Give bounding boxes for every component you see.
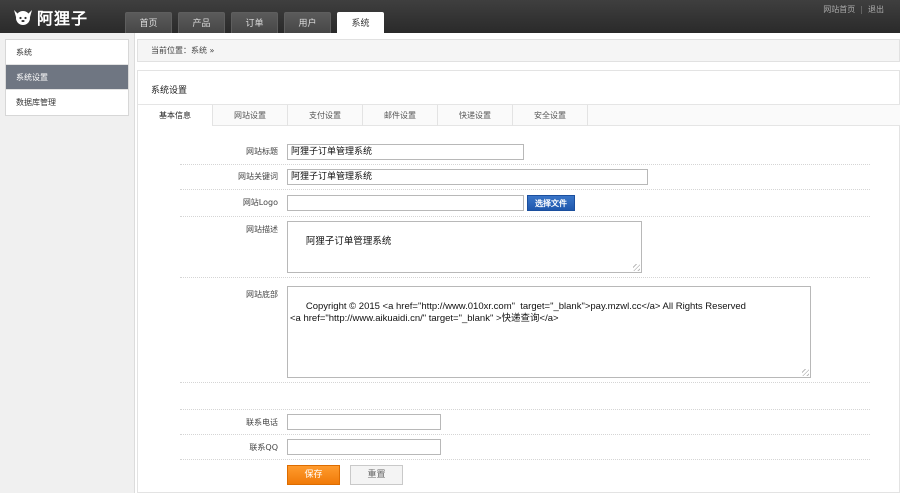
row-contact-qq: 联系QQ [180, 436, 870, 460]
site-keywords-input[interactable]: 阿狸子订单管理系统 [287, 169, 648, 185]
sidebar-item-database[interactable]: 数据库管理 [6, 90, 128, 115]
tab-security-settings[interactable]: 安全设置 [513, 105, 588, 126]
logo[interactable]: 阿狸子 [12, 6, 88, 28]
site-logo-label: 网站Logo [242, 198, 278, 207]
settings-tabs: 基本信息 网站设置 支付设置 邮件设置 快递设置 安全设置 [138, 104, 900, 126]
resize-grip-icon[interactable] [802, 369, 809, 376]
tab-email-settings[interactable]: 邮件设置 [363, 105, 438, 126]
site-title-label: 网站标题 [246, 147, 278, 156]
sidebar-item-system[interactable]: 系统 [6, 40, 128, 65]
site-title-input[interactable]: 阿狸子订单管理系统 [287, 144, 524, 160]
row-site-keywords: 网站关键词 阿狸子订单管理系统 [180, 168, 870, 190]
row-contact-phone: 联系电话 [180, 411, 870, 435]
site-footer-value: Copyright © 2015 <a href="http://www.010… [290, 301, 746, 324]
nav-tab-products[interactable]: 产品 [178, 12, 225, 33]
panel-title: 系统设置 [151, 86, 188, 96]
breadcrumb: 当前位置：系统 » [137, 39, 900, 62]
top-header: 阿狸子 首页 产品 订单 用户 系统 网站首页 | 退出 [0, 0, 900, 33]
nav-tab-home[interactable]: 首页 [125, 12, 172, 33]
row-site-footer: 网站底部 Copyright © 2015 <a href="http://ww… [180, 283, 870, 383]
main-nav: 首页 产品 订单 用户 系统 [125, 12, 390, 33]
row-site-description: 网站描述 阿狸子订单管理系统 [180, 219, 870, 278]
tab-payment-settings[interactable]: 支付设置 [288, 105, 363, 126]
reset-button[interactable]: 重置 [350, 465, 403, 485]
choose-file-button[interactable]: 选择文件 [527, 195, 575, 211]
save-button[interactable]: 保存 [287, 465, 340, 485]
tab-basic-info[interactable]: 基本信息 [138, 105, 213, 126]
fox-logo-icon [12, 8, 34, 26]
contact-phone-input[interactable] [287, 414, 441, 430]
contact-qq-input[interactable] [287, 439, 441, 455]
site-keywords-label: 网站关键词 [238, 172, 278, 181]
site-footer-textarea[interactable]: Copyright © 2015 <a href="http://www.010… [287, 286, 811, 378]
site-logo-input[interactable] [287, 195, 524, 211]
site-description-value: 阿狸子订单管理系统 [305, 236, 392, 247]
contact-phone-label: 联系电话 [246, 418, 278, 427]
row-site-title: 网站标题 阿狸子订单管理系统 [180, 143, 870, 165]
tab-site-settings[interactable]: 网站设置 [213, 105, 288, 126]
top-links: 网站首页 | 退出 [823, 4, 884, 15]
row-site-logo: 网站Logo 选择文件 [180, 193, 870, 217]
row-spacer [180, 384, 870, 410]
logo-text: 阿狸子 [37, 9, 89, 28]
site-description-textarea[interactable]: 阿狸子订单管理系统 [287, 221, 642, 273]
nav-tab-system[interactable]: 系统 [337, 12, 384, 33]
site-description-label: 网站描述 [246, 225, 278, 234]
site-footer-label: 网站底部 [246, 290, 278, 299]
nav-tab-users[interactable]: 用户 [284, 12, 331, 33]
logout-link[interactable]: 退出 [868, 4, 884, 15]
row-actions: 保存 重置 [180, 462, 870, 490]
settings-panel: 系统设置 基本信息 网站设置 支付设置 邮件设置 快递设置 安全设置 网站标题 … [137, 70, 900, 493]
tab-express-settings[interactable]: 快递设置 [438, 105, 513, 126]
resize-grip-icon[interactable] [633, 264, 640, 271]
nav-tab-orders[interactable]: 订单 [231, 12, 278, 33]
site-home-link[interactable]: 网站首页 [823, 4, 855, 15]
sidebar-item-system-settings[interactable]: 系统设置 [6, 65, 128, 90]
sidebar: 系统 系统设置 数据库管理 [5, 39, 129, 116]
link-separator: | [860, 5, 863, 14]
contact-qq-label: 联系QQ [249, 443, 278, 452]
